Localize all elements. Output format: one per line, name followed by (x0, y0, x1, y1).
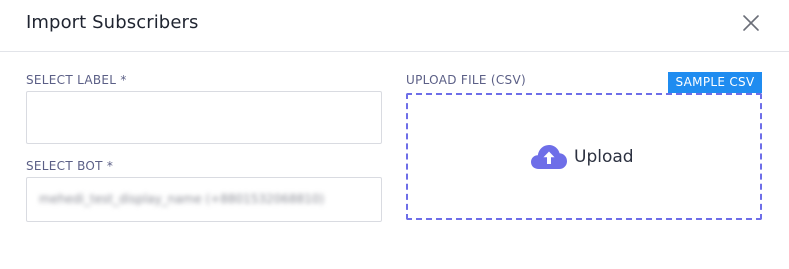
upload-prompt: Upload (530, 143, 634, 171)
select-label-label: SELECT LABEL * (26, 73, 127, 87)
close-button[interactable] (740, 12, 762, 34)
cloud-upload-icon (531, 145, 567, 169)
select-bot-value: mehedi_test_display_name (+8801532068810… (39, 192, 325, 206)
upload-dropzone[interactable]: Upload (406, 93, 762, 220)
upload-file-label: UPLOAD FILE (CSV) (406, 73, 526, 87)
import-subscribers-dialog: Import Subscribers SELECT LABEL * SELECT… (0, 0, 789, 269)
sample-csv-button[interactable]: SAMPLE CSV (668, 72, 762, 93)
dialog-title: Import Subscribers (26, 12, 199, 33)
dialog-header: Import Subscribers (0, 0, 789, 52)
select-bot-input[interactable]: mehedi_test_display_name (+8801532068810… (26, 177, 382, 222)
upload-text: Upload (574, 147, 634, 167)
close-icon (743, 15, 759, 31)
select-bot-label: SELECT BOT * (26, 159, 114, 173)
select-label-input[interactable] (26, 91, 382, 144)
